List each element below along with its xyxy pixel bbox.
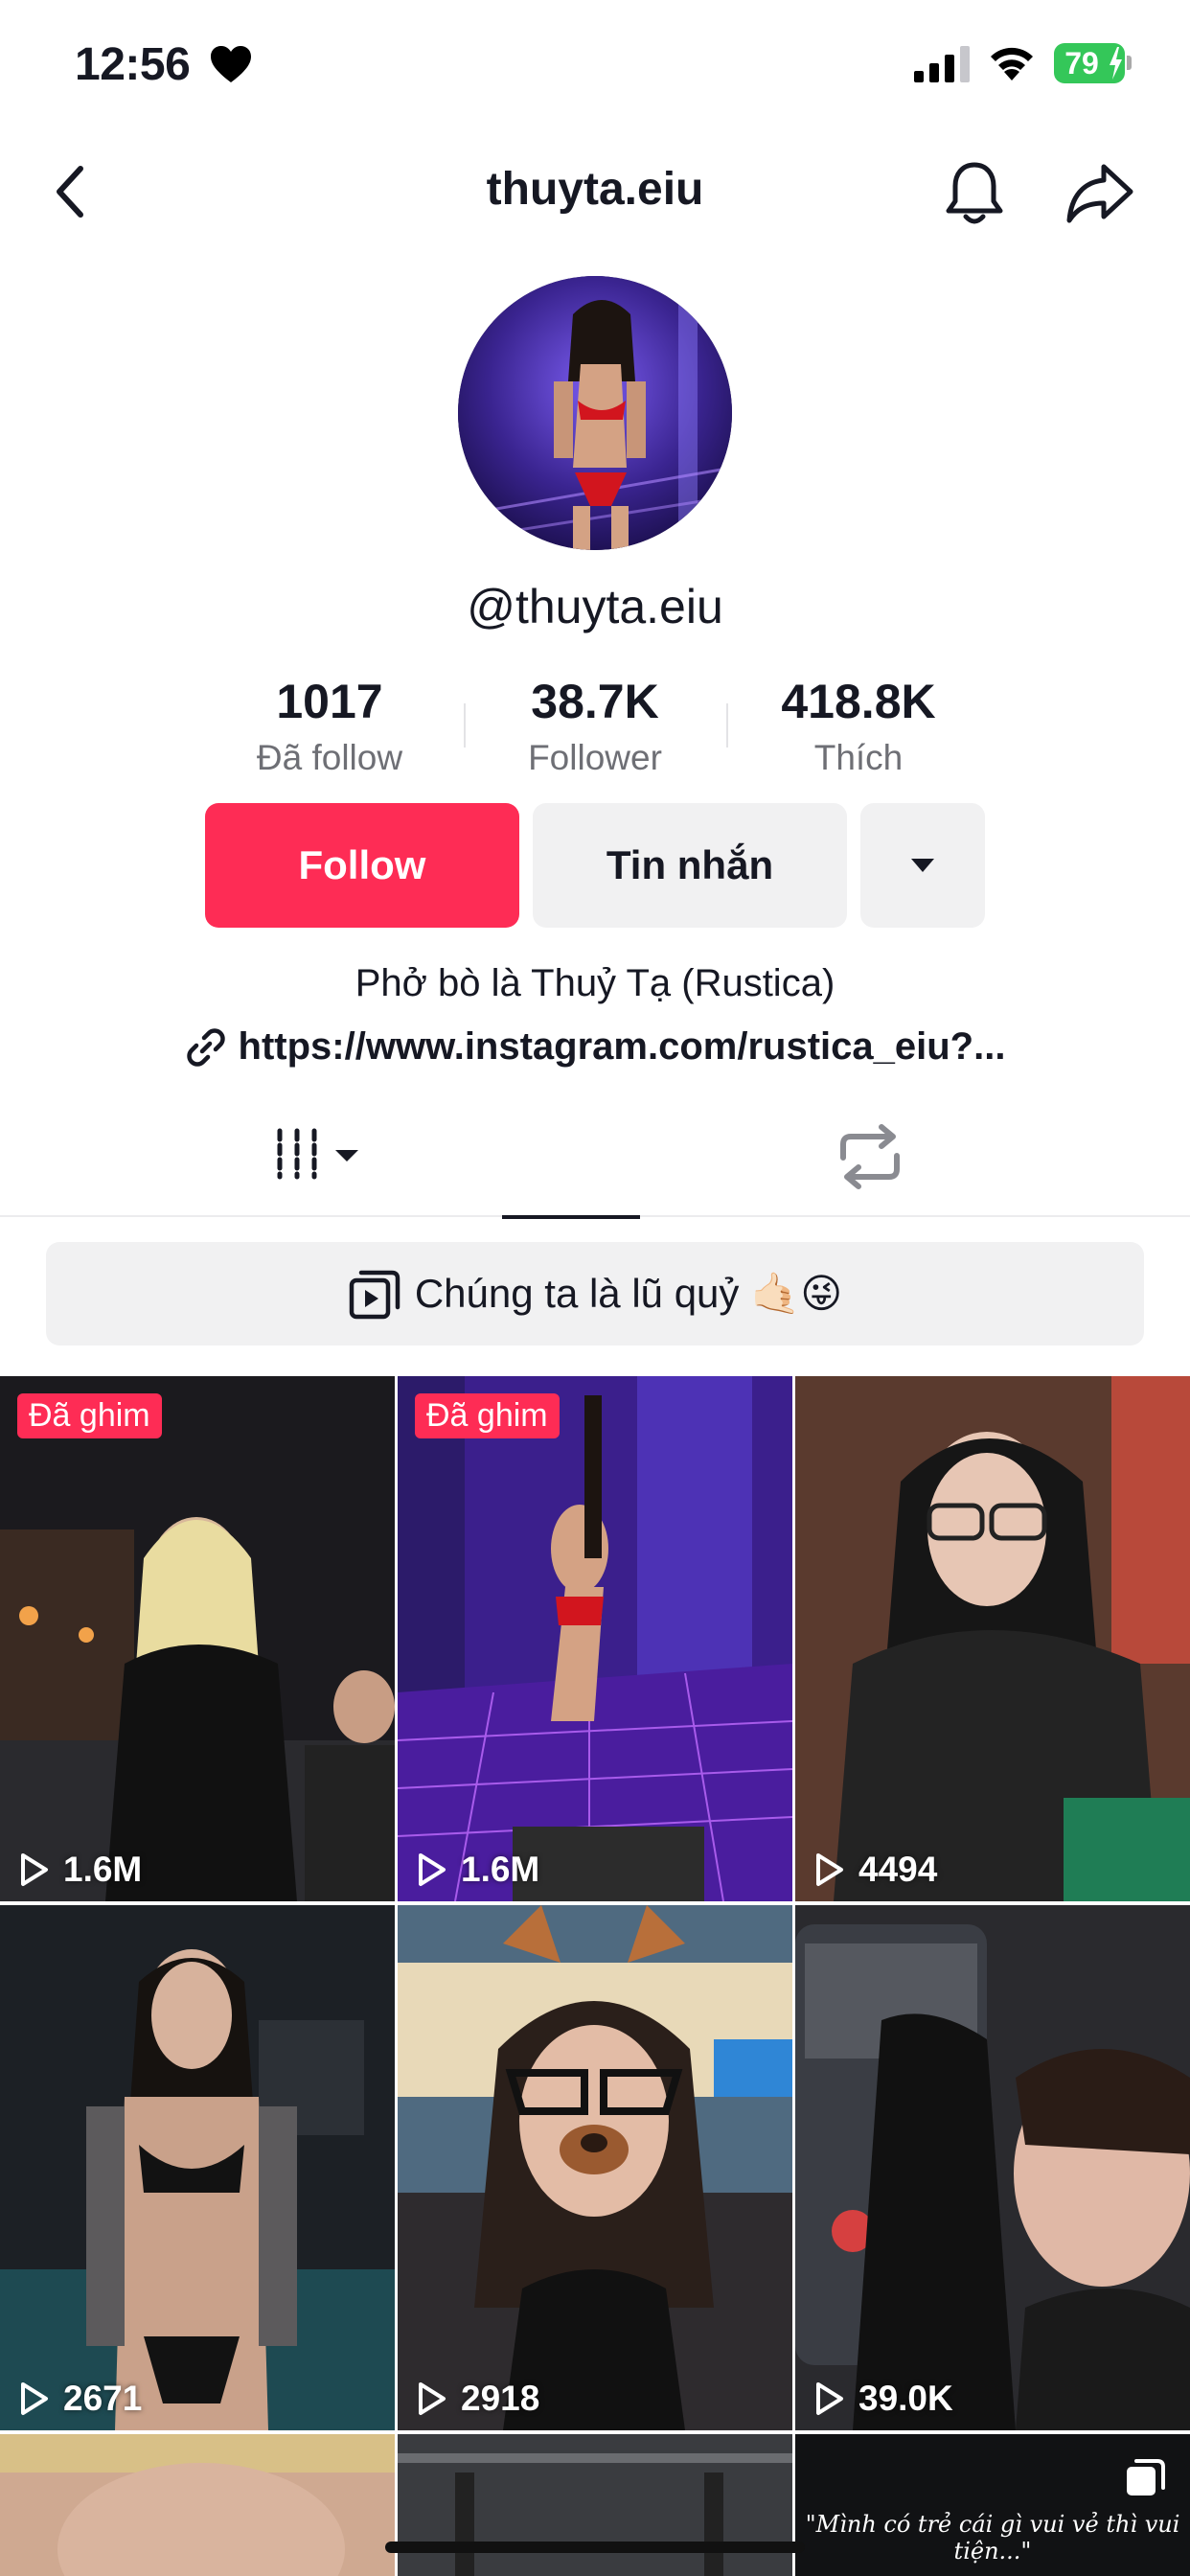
status-time: 12:56 (75, 39, 191, 90)
view-count-text: 39.0K (858, 2379, 953, 2418)
profile-link[interactable]: https://www.instagram.com/rustica_eiu?..… (0, 1025, 1190, 1069)
video-thumbnail[interactable]: 4494 (795, 1376, 1190, 1901)
video-thumbnail[interactable] (0, 2434, 395, 2576)
play-icon (419, 1853, 446, 1886)
message-button[interactable]: Tin nhắn (533, 803, 847, 928)
video-thumbnail-image (0, 1905, 395, 2430)
profile-header: thuyta.eiu (0, 134, 1190, 249)
stat-likes-label: Thích (813, 738, 904, 777)
battery-indicator: 79 (1054, 43, 1125, 83)
content-tabs (0, 1110, 1190, 1219)
pinned-badge: Đã ghim (17, 1393, 162, 1438)
play-icon (816, 1853, 843, 1886)
profile-bio: Phở bò là Thuỷ Tạ (Rustica) (355, 962, 835, 1004)
notification-bell-icon[interactable] (943, 159, 1006, 226)
video-thumbnail-image (398, 2434, 792, 2576)
video-thumbnail[interactable] (398, 2434, 792, 2576)
battery-level: 79 (1064, 46, 1099, 80)
battery-tip (1127, 56, 1132, 70)
video-caption: "Mình có trẻ cái gì vui vẻ thì vui tiện.… (805, 2511, 1180, 2564)
view-count: 1.6M (413, 1850, 539, 1890)
stat-following-label: Đã follow (256, 738, 403, 777)
repost-icon[interactable] (832, 1123, 908, 1190)
status-bar: 12:56 79 (0, 0, 1190, 134)
stat-followers-label: Follower (528, 738, 662, 777)
share-arrow-icon[interactable] (1065, 161, 1134, 224)
video-thumbnail-image (795, 1376, 1190, 1901)
video-thumbnail[interactable]: "Mình có trẻ cái gì vui vẻ thì vui tiện.… (795, 2434, 1190, 2576)
wifi-icon (991, 47, 1033, 80)
view-count-text: 4494 (858, 1850, 938, 1889)
link-icon (186, 1027, 225, 1067)
video-grid: Đã ghim 1.6M Đã ghim 1.6M 4494 2671 2918… (0, 1376, 1190, 2576)
tab-active-indicator (502, 1215, 640, 1219)
stat-likes-count: 418.8K (781, 675, 936, 728)
play-icon (21, 2382, 48, 2415)
video-grid-icon (277, 1128, 358, 1180)
video-thumbnail-image (398, 1376, 792, 1901)
view-count: 4494 (811, 1850, 937, 1890)
video-thumbnail[interactable]: 39.0K (795, 1905, 1190, 2430)
stat-following-count: 1017 (276, 675, 383, 728)
view-count-text: 2671 (63, 2379, 143, 2418)
playlist-button[interactable]: Chúng ta là lũ quỷ 🤙🏻😜 (46, 1242, 1144, 1346)
cellular-signal-icon (914, 46, 970, 82)
caret-down-icon (911, 859, 934, 872)
view-count: 2671 (15, 2379, 142, 2419)
playlist-title: Chúng ta là lũ quỷ 🤙🏻😜 (414, 1271, 843, 1316)
video-thumbnail-image (398, 1905, 792, 2430)
video-thumbnail-image (795, 1905, 1190, 2430)
play-icon (419, 2382, 446, 2415)
view-count-text: 1.6M (461, 1850, 540, 1889)
pinned-badge: Đã ghim (415, 1393, 560, 1438)
photo-carousel-icon (1127, 2459, 1165, 2496)
stat-divider (464, 703, 466, 748)
avatar-photo (458, 276, 732, 550)
stat-following[interactable]: 1017 Đã follow (205, 671, 454, 784)
profile-avatar[interactable] (458, 276, 732, 550)
video-thumbnail-image (0, 2434, 395, 2576)
stat-followers[interactable]: 38.7K Follower (470, 671, 720, 784)
video-thumbnail[interactable]: 2671 (0, 1905, 395, 2430)
video-thumbnail[interactable]: 2918 (398, 1905, 792, 2430)
play-icon (816, 2382, 843, 2415)
stat-followers-count: 38.7K (531, 675, 659, 728)
page-title: thuyta.eiu (486, 164, 704, 215)
play-icon (21, 1853, 48, 1886)
profile-handle: @thuyta.eiu (467, 580, 723, 633)
profile-link-text: https://www.instagram.com/rustica_eiu?..… (238, 1025, 1006, 1068)
follow-button[interactable]: Follow (205, 803, 519, 928)
stat-divider (726, 703, 728, 748)
video-thumbnail-image (0, 1376, 395, 1901)
view-count-text: 1.6M (63, 1850, 143, 1889)
video-thumbnail[interactable]: Đã ghim 1.6M (398, 1376, 792, 1901)
home-indicator (385, 2542, 805, 2553)
stat-likes[interactable]: 418.8K Thích (734, 671, 983, 784)
tab-videos[interactable] (251, 1110, 640, 1219)
video-thumbnail[interactable]: Đã ghim 1.6M (0, 1376, 395, 1901)
playlist-icon (349, 1270, 400, 1320)
view-count-text: 2918 (461, 2379, 540, 2418)
profile-stats: 1017 Đã follow 38.7K Follower 418.8K Thí… (0, 671, 1190, 786)
heart-icon (211, 46, 251, 82)
view-count: 2918 (413, 2379, 539, 2419)
view-count: 39.0K (811, 2379, 953, 2419)
charging-bolt-icon (1110, 47, 1122, 80)
view-count: 1.6M (15, 1850, 142, 1890)
more-options-button[interactable] (860, 803, 985, 928)
